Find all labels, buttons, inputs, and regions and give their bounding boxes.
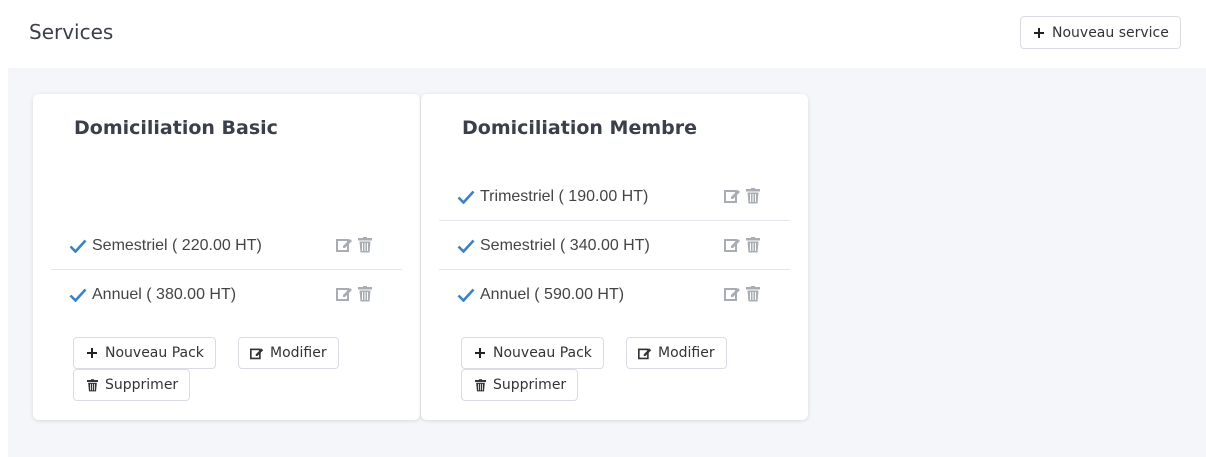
pack-row: Semestriel ( 220.00 HT) [51,222,402,270]
service-title: Domiciliation Membre [462,117,697,139]
modify-label: Modifier [658,345,715,361]
delete-label: Supprimer [105,377,179,393]
edit-icon[interactable] [724,237,741,258]
new-pack-label: Nouveau Pack [493,345,592,361]
edit-icon [250,346,264,360]
new-service-button[interactable]: Nouveau service [1020,16,1181,49]
trash-icon[interactable] [358,237,372,258]
edit-icon[interactable] [336,237,353,258]
pack-label: Semestriel ( 340.00 HT) [480,236,650,254]
new-pack-button[interactable]: Nouveau Pack [73,337,216,369]
page-title: Services [29,20,114,44]
pack-row: Annuel ( 380.00 HT) [51,271,402,319]
edit-icon[interactable] [336,286,353,307]
page-header: Services Nouveau service [0,0,1206,68]
new-pack-button[interactable]: Nouveau Pack [461,337,604,369]
trash-icon[interactable] [358,286,372,307]
check-icon [457,288,475,302]
pack-label: Annuel ( 380.00 HT) [92,286,237,303]
trash-icon [85,378,99,392]
plus-icon [1032,26,1046,40]
edit-icon [638,346,652,360]
services-container: Domiciliation Basic Semestriel ( 220.00 … [8,68,1206,457]
modify-button[interactable]: Modifier [626,337,727,369]
pack-row: Annuel ( 590.00 HT) [439,271,790,319]
modify-button[interactable]: Modifier [238,337,339,369]
delete-button[interactable]: Supprimer [73,369,191,401]
check-icon [69,239,87,253]
check-icon [69,288,87,302]
plus-icon [85,346,99,360]
trash-icon[interactable] [746,286,760,307]
delete-button[interactable]: Supprimer [461,369,579,401]
edit-icon[interactable] [724,286,741,307]
check-icon [457,239,475,253]
pack-label: Semestriel ( 220.00 HT) [92,236,262,254]
delete-label: Supprimer [493,377,567,393]
pack-row: Semestriel ( 340.00 HT) [439,222,790,270]
service-card-membre: Domiciliation Membre Trimestriel ( 190.0… [421,94,808,420]
pack-row: Trimestriel ( 190.00 HT) [439,173,790,221]
new-pack-label: Nouveau Pack [105,345,204,361]
pack-label: Trimestriel ( 190.00 HT) [480,187,649,205]
new-service-label: Nouveau service [1052,24,1169,41]
trash-icon[interactable] [746,188,760,209]
trash-icon [473,378,487,392]
pack-label: Annuel ( 590.00 HT) [480,286,625,303]
plus-icon [473,346,487,360]
trash-icon[interactable] [746,237,760,258]
check-icon [457,190,475,204]
edit-icon[interactable] [724,188,741,209]
service-title: Domiciliation Basic [74,117,278,139]
service-card-basic: Domiciliation Basic Semestriel ( 220.00 … [33,94,420,420]
modify-label: Modifier [270,345,327,361]
